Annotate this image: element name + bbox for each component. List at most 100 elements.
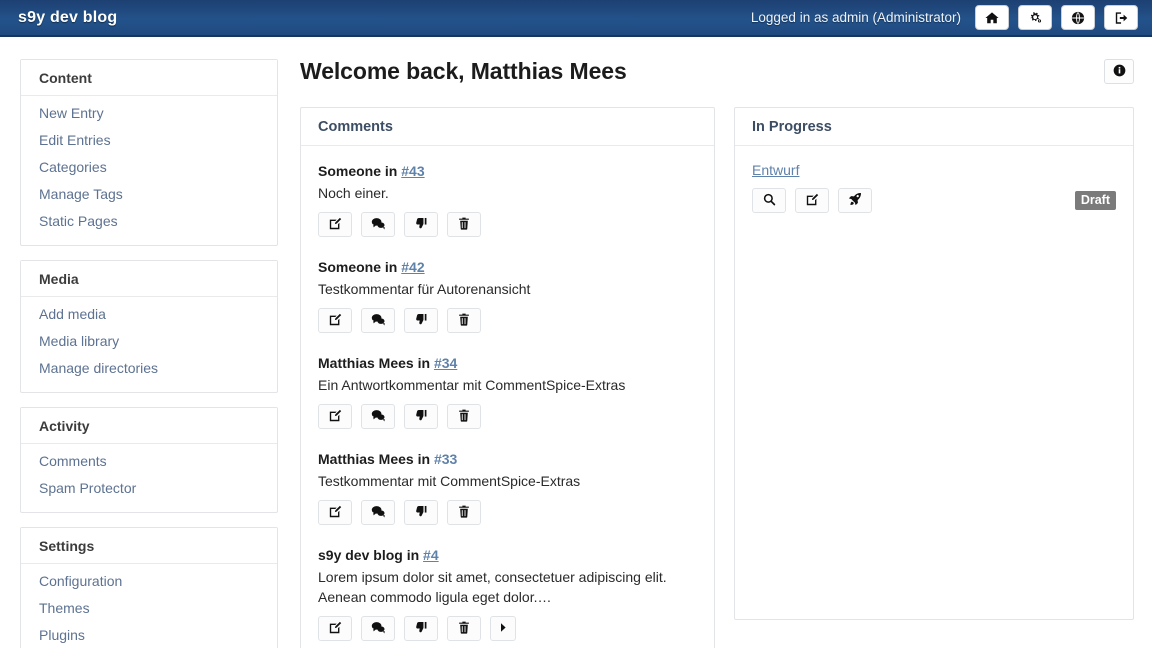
home-icon — [985, 11, 999, 25]
comment-actions — [318, 308, 697, 333]
sidebar-item-themes[interactable]: Themes — [21, 595, 277, 622]
comment-spam-button[interactable] — [404, 404, 438, 429]
sidebar-item-configuration[interactable]: Configuration — [21, 568, 277, 595]
comment-author: Someone — [318, 259, 382, 275]
login-status-text: Logged in as admin (Administrator) — [750, 10, 961, 25]
info-button[interactable] — [1104, 59, 1134, 84]
in-progress-panel-title: In Progress — [735, 108, 1133, 146]
page-header-actions — [1104, 57, 1134, 84]
top-header-bar: s9y dev blog Logged in as admin (Adminis… — [0, 0, 1152, 37]
comment-reply-button[interactable] — [361, 616, 395, 641]
sidebar-item-add-media[interactable]: Add media — [21, 301, 277, 328]
edit-pencil-icon — [329, 621, 342, 637]
comment-heading: Matthias Mees in #34 — [318, 354, 697, 372]
thumbs-down-icon — [415, 505, 428, 521]
thumbs-down-icon — [415, 621, 428, 637]
comment-reply-button[interactable] — [361, 308, 395, 333]
comment-text: Testkommentar mit CommentSpice-Extras — [318, 473, 581, 489]
sidebar-section-title: Content — [21, 60, 277, 96]
draft-publish-button[interactable] — [838, 188, 872, 213]
sidebar-item-manage-tags[interactable]: Manage Tags — [21, 181, 277, 208]
trash-icon — [458, 313, 470, 329]
comment-actions — [318, 616, 697, 641]
header-right-group: Logged in as admin (Administrator) — [751, 5, 1138, 30]
sidebar-section-settings: Settings Configuration Themes Plugins Us… — [20, 527, 278, 648]
comment-text: Lorem ipsum dolor sit amet, consectetuer… — [318, 569, 667, 605]
comment-spam-button[interactable] — [404, 616, 438, 641]
edit-pencil-icon — [329, 409, 342, 425]
comment-entry-link[interactable]: #34 — [434, 355, 457, 371]
comment-spam-button[interactable] — [404, 500, 438, 525]
comment-reply-button[interactable] — [361, 212, 395, 237]
sidebar-section-content: Content New Entry Edit Entries Categorie… — [20, 59, 278, 246]
comments-panel-title: Comments — [301, 108, 714, 146]
comment-more-button[interactable] — [490, 616, 516, 641]
comment-text: Noch einer. — [318, 185, 389, 201]
draft-preview-button[interactable] — [752, 188, 786, 213]
comment-edit-button[interactable] — [318, 500, 352, 525]
sidebar-item-static-pages[interactable]: Static Pages — [21, 208, 277, 235]
comment-actions — [318, 404, 697, 429]
comment-edit-button[interactable] — [318, 616, 352, 641]
edit-pencil-icon — [329, 313, 342, 329]
comment-delete-button[interactable] — [447, 404, 481, 429]
comment-reply-button[interactable] — [361, 404, 395, 429]
info-circle-icon — [1113, 64, 1126, 80]
comment-delete-button[interactable] — [447, 616, 481, 641]
trash-icon — [458, 505, 470, 521]
draft-edit-button[interactable] — [795, 188, 829, 213]
rocket-icon — [848, 192, 862, 209]
page-body: Content New Entry Edit Entries Categorie… — [0, 37, 1152, 648]
sidebar-section-media: Media Add media Media library Manage dir… — [20, 260, 278, 393]
sidebar: Content New Entry Edit Entries Categorie… — [0, 37, 278, 648]
comment-entry-link[interactable]: #42 — [401, 259, 424, 275]
cogs-icon — [1028, 11, 1043, 25]
comment-actions — [318, 500, 697, 525]
comment-author: s9y dev blog — [318, 547, 403, 563]
sidebar-item-spam-protector[interactable]: Spam Protector — [21, 475, 277, 502]
comments-bubbles-icon — [371, 217, 385, 233]
sidebar-item-media-library[interactable]: Media library — [21, 328, 277, 355]
comment-entry-link[interactable]: #43 — [401, 163, 424, 179]
comment-in-word: in — [384, 259, 398, 275]
comment-item: Matthias Mees in #33 Testkommentar mit C… — [318, 450, 697, 525]
draft-title-link[interactable]: Entwurf — [752, 162, 799, 178]
sidebar-item-manage-directories[interactable]: Manage directories — [21, 355, 277, 382]
sidebar-section-links: Configuration Themes Plugins Users Group… — [21, 564, 277, 648]
home-button[interactable] — [975, 5, 1009, 30]
comments-panel: Comments Someone in #43 Noch einer. Some… — [300, 107, 715, 648]
sidebar-section-title: Settings — [21, 528, 277, 564]
comment-author: Someone — [318, 163, 382, 179]
comment-spam-button[interactable] — [404, 308, 438, 333]
sidebar-section-links: Add media Media library Manage directori… — [21, 297, 277, 392]
comment-edit-button[interactable] — [318, 404, 352, 429]
comment-delete-button[interactable] — [447, 500, 481, 525]
draft-item: Entwurf Draft — [752, 162, 1116, 213]
sidebar-item-edit-entries[interactable]: Edit Entries — [21, 127, 277, 154]
frontend-button[interactable] — [1061, 5, 1095, 30]
comment-delete-button[interactable] — [447, 212, 481, 237]
comments-bubbles-icon — [371, 505, 385, 521]
comment-entry-link[interactable]: #33 — [434, 451, 457, 467]
comment-entry-link[interactable]: #4 — [423, 547, 439, 563]
comment-delete-button[interactable] — [447, 308, 481, 333]
comment-item: s9y dev blog in #4 Lorem ipsum dolor sit… — [318, 546, 697, 641]
site-brand: s9y dev blog — [18, 8, 118, 26]
comment-author: Matthias Mees — [318, 451, 414, 467]
comment-spam-button[interactable] — [404, 212, 438, 237]
sidebar-item-categories[interactable]: Categories — [21, 154, 277, 181]
comment-edit-button[interactable] — [318, 308, 352, 333]
sidebar-item-new-entry[interactable]: New Entry — [21, 100, 277, 127]
comments-list: Someone in #43 Noch einer. Someone in #4… — [301, 146, 714, 648]
edit-pencil-icon — [329, 217, 342, 233]
settings-button[interactable] — [1018, 5, 1052, 30]
logout-button[interactable] — [1104, 5, 1138, 30]
comment-edit-button[interactable] — [318, 212, 352, 237]
sidebar-item-comments[interactable]: Comments — [21, 448, 277, 475]
draft-actions: Draft — [752, 188, 1116, 213]
in-progress-empty-space — [752, 213, 1116, 605]
sidebar-item-plugins[interactable]: Plugins — [21, 622, 277, 648]
thumbs-down-icon — [415, 217, 428, 233]
comment-reply-button[interactable] — [361, 500, 395, 525]
thumbs-down-icon — [415, 409, 428, 425]
